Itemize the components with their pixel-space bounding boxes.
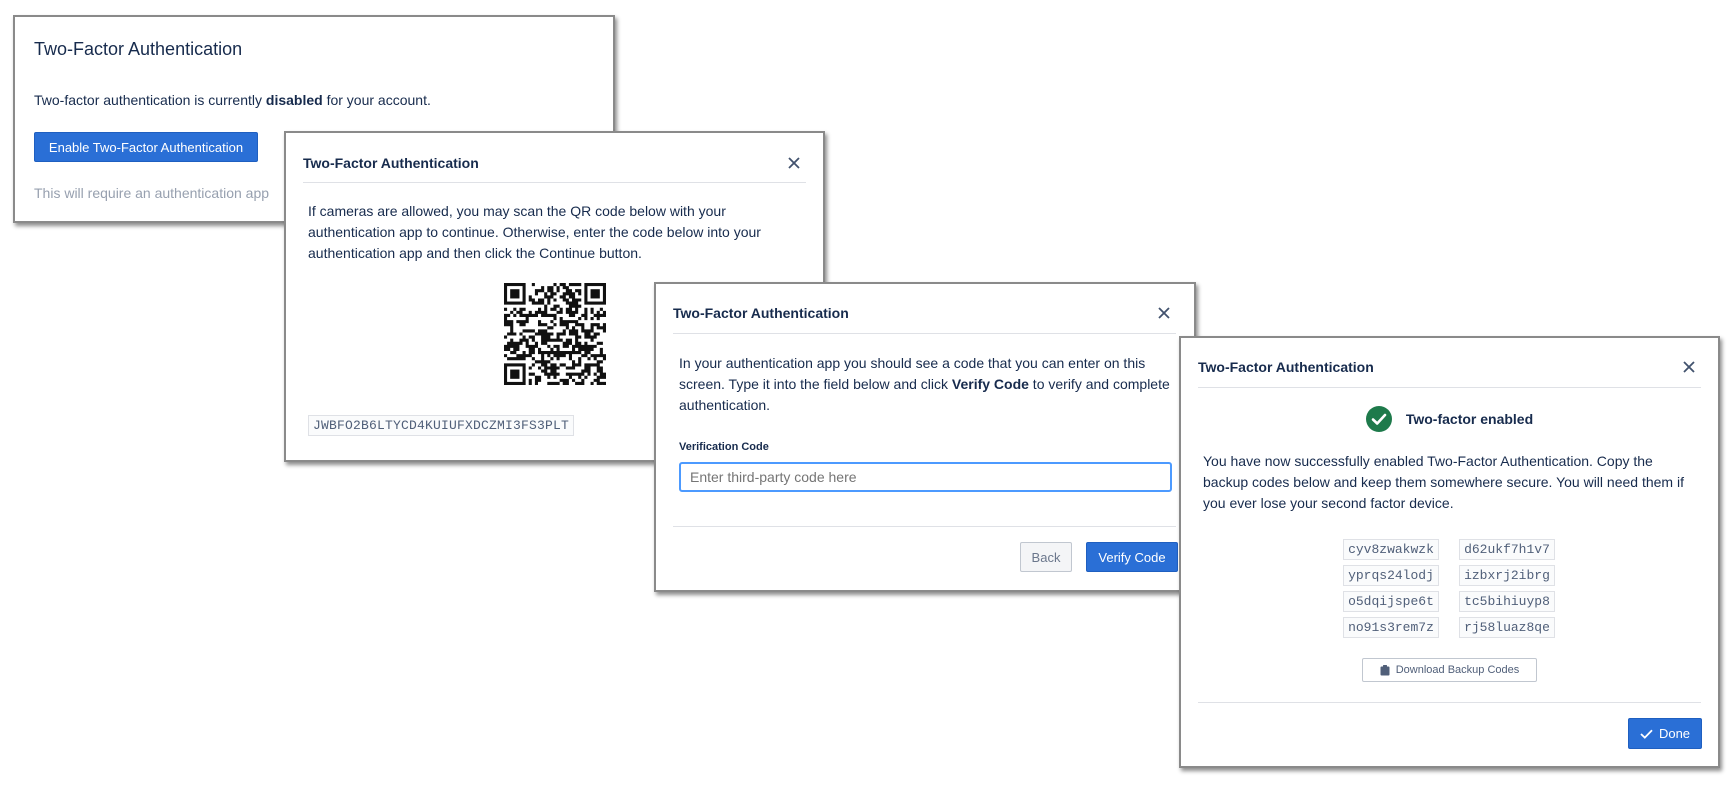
backup-codes-grid: cyv8zwakwzk d62ukf7h1v7 yprqs24lodj izbx… [1343,539,1558,638]
backup-code: izbxrj2ibrg [1459,565,1555,586]
status-value: disabled [265,92,323,108]
dialog-header: Two-Factor Authentication [673,293,1176,334]
status-prefix: Two-factor authentication is currently [34,92,266,108]
two-factor-enabled-dialog: Two-Factor Authentication Two-factor ena… [1179,336,1720,768]
backup-code: yprqs24lodj [1343,565,1439,586]
close-icon[interactable] [1677,355,1701,379]
done-button[interactable]: Done [1628,718,1702,749]
dialog-header: Two-Factor Authentication [303,143,806,183]
footer-divider [1198,702,1701,703]
backup-code: no91s3rem7z [1343,617,1439,638]
back-button[interactable]: Back [1020,542,1072,572]
qr-instructions: If cameras are allowed, you may scan the… [308,203,761,261]
card-title: Two-Factor Authentication [34,39,243,59]
dialog-title: Two-Factor Authentication [673,305,849,321]
success-banner: Two-factor enabled [1181,406,1718,432]
success-message: You have now successfully enabled Two-Fa… [1203,453,1684,511]
secret-key-code: JWBFO2B6LTYCD4KUIUFXDCZMI3FS3PLT [308,415,575,436]
clipboard-icon [1380,664,1390,676]
status-text: Two-factor authentication is currently d… [34,92,431,108]
qr-finder-pattern [510,289,520,299]
download-button-label: Download Backup Codes [1395,664,1520,676]
verify-code-button[interactable]: Verify Code [1086,542,1178,572]
verification-code-input[interactable] [679,462,1172,492]
close-icon[interactable] [782,151,806,175]
dialog-title: Two-Factor Authentication [1198,359,1374,375]
dialog-title: Two-Factor Authentication [303,154,479,171]
checkmark-icon [1640,729,1653,739]
backup-code: cyv8zwakwzk [1343,539,1439,560]
close-icon[interactable] [1152,301,1176,325]
check-circle-icon [1365,406,1392,432]
status-suffix: for your account. [322,92,431,108]
verify-instructions-bold: Verify Code [951,376,1029,392]
qr-finder-pattern [510,369,520,379]
success-text: Two-factor enabled [1405,411,1534,427]
footer-divider [673,526,1176,527]
backup-code: tc5bihiuyp8 [1459,591,1555,612]
dialog-header: Two-Factor Authentication [1198,347,1701,388]
enable-two-factor-button[interactable]: Enable Two-Factor Authentication [34,132,258,162]
requirement-note: This will require an authentication app [34,185,270,201]
verification-code-label: Verification Code [679,441,769,453]
backup-code: o5dqijspe6t [1343,591,1439,612]
done-button-label: Done [1658,726,1691,741]
backup-code: d62ukf7h1v7 [1459,539,1555,560]
qr-finder-pattern [590,289,600,299]
download-backup-codes-button[interactable]: Download Backup Codes [1362,658,1537,682]
backup-code: rj58luaz8qe [1459,617,1555,638]
verify-instructions: In your authentication app you should se… [679,353,1174,416]
qr-code-image [504,283,606,385]
verify-code-dialog: Two-Factor Authentication In your authen… [654,282,1196,592]
